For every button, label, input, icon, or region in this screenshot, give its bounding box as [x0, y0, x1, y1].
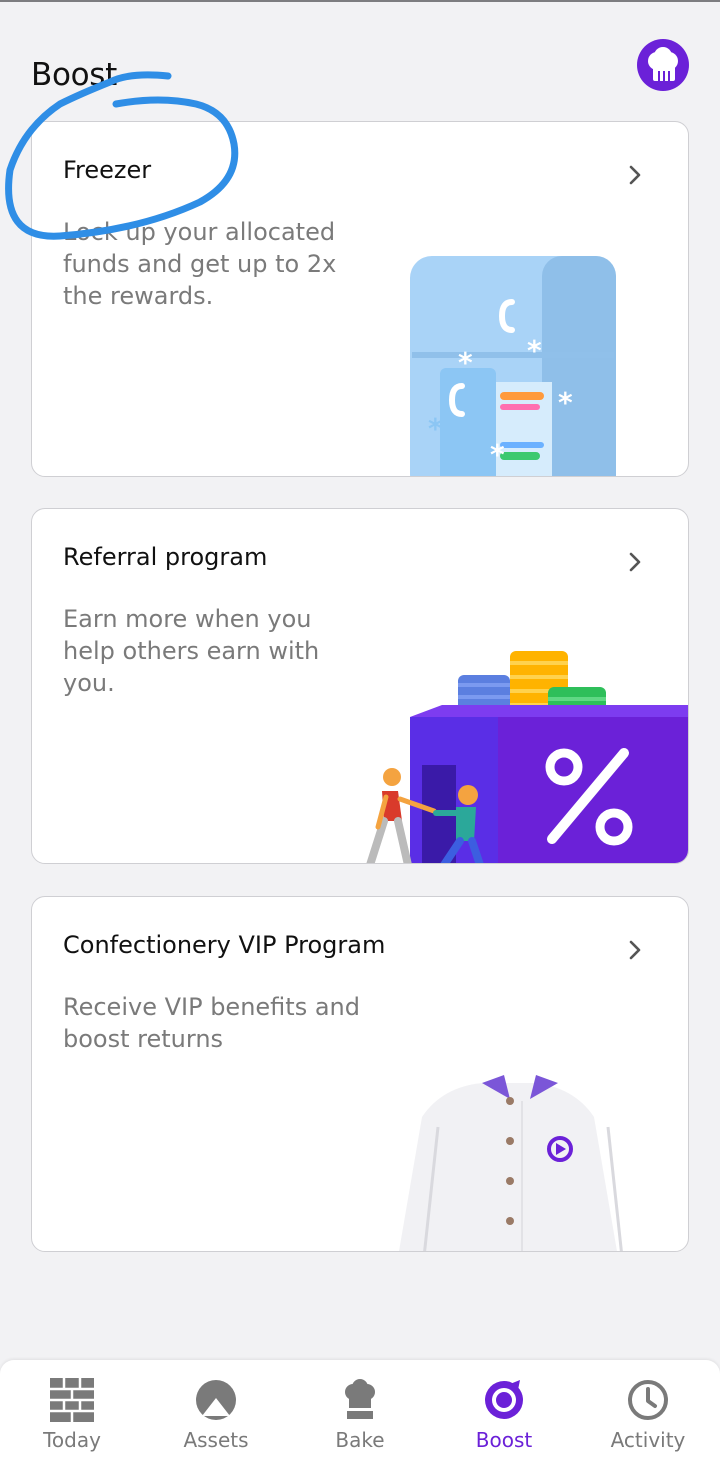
pie-icon — [196, 1380, 236, 1420]
referral-card[interactable]: Referral program Earn more when you help… — [31, 508, 689, 864]
boost-icon — [485, 1380, 523, 1419]
card-title: Freezer — [63, 156, 152, 184]
tab-assets[interactable]: Assets — [144, 1360, 288, 1466]
chef-jacket-illustration — [399, 1075, 623, 1251]
tab-label: Today — [43, 1428, 101, 1452]
chevron-right-icon — [629, 165, 641, 185]
tab-label: Boost — [475, 1428, 533, 1452]
svg-text:*: * — [490, 438, 505, 471]
vip-program-card[interactable]: Confectionery VIP Program Receive VIP be… — [31, 896, 689, 1252]
freezer-card[interactable]: Freezer Lock up your allocated funds and… — [31, 121, 689, 477]
top-divider — [0, 0, 720, 2]
clock-icon — [628, 1380, 668, 1420]
tab-label: Bake — [335, 1428, 385, 1452]
card-title: Confectionery VIP Program — [63, 931, 386, 959]
tab-activity[interactable]: Activity — [576, 1360, 720, 1466]
svg-text:*: * — [428, 412, 443, 445]
chef-hat-icon — [345, 1379, 375, 1419]
svg-text:*: * — [458, 346, 473, 379]
card-description: Lock up your allocated funds and get up … — [63, 218, 337, 310]
chevron-right-icon — [629, 552, 641, 572]
card-title: Referral program — [63, 543, 268, 571]
tab-label: Assets — [183, 1428, 249, 1452]
tab-today[interactable]: Today — [0, 1360, 144, 1466]
tab-label: Activity — [610, 1428, 686, 1452]
page-title: Boost — [31, 57, 118, 93]
brick-wall-icon — [50, 1378, 94, 1422]
card-description: Receive VIP benefits and boost returns — [63, 993, 360, 1053]
chef-hat-avatar-icon — [648, 47, 678, 81]
bottom-tab-bar: Today Assets Bake Boost Activity — [0, 1360, 720, 1466]
card-description: Earn more when you help others earn with… — [63, 605, 320, 697]
tab-boost[interactable]: Boost — [432, 1360, 576, 1466]
chevron-right-icon — [629, 940, 641, 960]
profile-avatar[interactable] — [637, 39, 689, 91]
referral-illustration — [366, 651, 688, 863]
svg-text:*: * — [558, 386, 573, 419]
tab-bake[interactable]: Bake — [288, 1360, 432, 1466]
svg-text:*: * — [527, 334, 542, 367]
freezer-illustration: * * * * * — [410, 256, 616, 476]
